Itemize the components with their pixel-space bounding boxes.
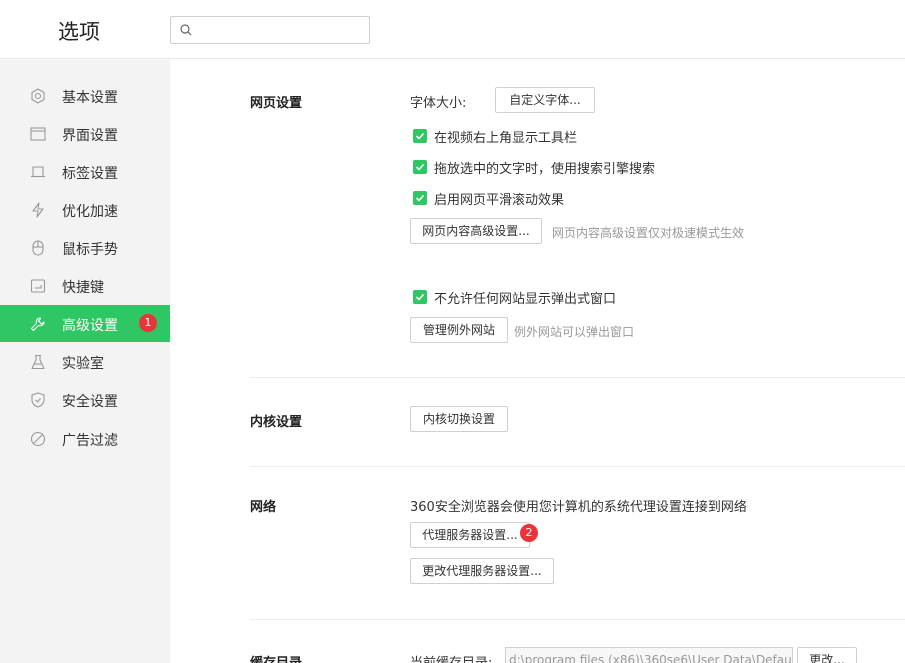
checkbox-label: 在视频右上角显示工具栏 — [434, 130, 578, 146]
shield-icon — [31, 392, 45, 408]
exceptions-hint: 例外网站可以弹出窗口 — [514, 325, 635, 339]
tab-icon — [31, 166, 45, 178]
divider — [250, 377, 905, 378]
sidebar-item-optimize[interactable]: 优化加速 — [0, 191, 170, 228]
sidebar: 基本设置 界面设置 标签设置 优化加速 鼠标手势 快捷键 高级设置 1 实验室 … — [0, 60, 170, 663]
sidebar-item-label: 优化加速 — [62, 204, 118, 220]
sidebar-item-shortcuts[interactable]: 快捷键 — [0, 267, 170, 304]
sidebar-item-advanced[interactable]: 高级设置 1 — [0, 305, 170, 342]
sidebar-item-label: 界面设置 — [62, 128, 118, 144]
sidebar-item-security[interactable]: 安全设置 — [0, 381, 170, 418]
sidebar-item-label: 标签设置 — [62, 166, 118, 182]
sidebar-item-mouse-gesture[interactable]: 鼠标手势 — [0, 229, 170, 266]
cache-path-field[interactable]: d:\program files (x86)\360se6\User Data\… — [505, 647, 793, 663]
search-icon — [180, 24, 192, 36]
option-video-toolbar[interactable]: 在视频右上角显示工具栏 — [413, 127, 578, 146]
search-input[interactable] — [199, 19, 364, 41]
proxy-settings-button[interactable]: 代理服务器设置... — [410, 522, 530, 548]
sidebar-item-lab[interactable]: 实验室 — [0, 343, 170, 380]
advanced-content-settings-button[interactable]: 网页内容高级设置... — [410, 218, 542, 244]
checkbox-label: 拖放选中的文字时，使用搜索引擎搜索 — [434, 161, 656, 177]
sidebar-item-label: 基本设置 — [62, 90, 118, 106]
page-title: 选项 — [58, 20, 100, 44]
option-block-popups[interactable]: 不允许任何网站显示弹出式窗口 — [413, 288, 617, 307]
sidebar-item-label: 广告过滤 — [62, 433, 118, 449]
manage-exceptions-button[interactable]: 管理例外网站 — [410, 317, 508, 343]
sidebar-item-label: 安全设置 — [62, 394, 118, 410]
header: 选项 — [0, 0, 905, 59]
gear-icon — [31, 88, 45, 104]
sidebar-item-tabs[interactable]: 标签设置 — [0, 153, 170, 190]
option-drag-search[interactable]: 拖放选中的文字时，使用搜索引擎搜索 — [413, 158, 656, 177]
sidebar-item-label: 快捷键 — [62, 280, 104, 296]
section-title-cache: 缓存目录 — [250, 652, 302, 663]
notification-badge: 2 — [520, 524, 538, 542]
flask-icon — [31, 354, 45, 370]
lightning-icon — [32, 202, 44, 218]
mouse-icon — [32, 240, 44, 256]
kernel-switch-button[interactable]: 内核切换设置 — [410, 406, 508, 432]
cache-dir-label: 当前缓存目录: — [410, 652, 492, 663]
checkbox[interactable] — [413, 290, 427, 304]
checkbox[interactable] — [413, 191, 427, 205]
checkbox[interactable] — [413, 129, 427, 143]
sidebar-item-basic[interactable]: 基本设置 — [0, 77, 170, 114]
checkbox-label: 启用网页平滑滚动效果 — [434, 192, 565, 208]
block-icon — [30, 431, 46, 447]
divider — [250, 619, 905, 620]
custom-font-button[interactable]: 自定义字体... — [495, 87, 595, 113]
sidebar-item-interface[interactable]: 界面设置 — [0, 115, 170, 152]
settings-content: 网页设置 字体大小: 自定义字体... 在视频右上角显示工具栏 拖放选中的文字时… — [170, 60, 905, 663]
search-box[interactable] — [170, 16, 370, 44]
sidebar-item-label: 实验室 — [62, 356, 104, 372]
checkbox[interactable] — [413, 160, 427, 174]
change-cache-dir-button[interactable]: 更改... — [797, 647, 857, 663]
sidebar-item-label: 鼠标手势 — [62, 242, 118, 258]
change-proxy-button[interactable]: 更改代理服务器设置... — [410, 558, 554, 584]
notification-badge: 1 — [139, 314, 157, 332]
divider — [250, 466, 905, 467]
section-title-network: 网络 — [250, 500, 277, 515]
section-title-kernel: 内核设置 — [250, 415, 303, 430]
wrench-icon — [30, 317, 45, 332]
keyboard-icon — [30, 279, 46, 293]
option-smooth-scroll[interactable]: 启用网页平滑滚动效果 — [413, 189, 565, 208]
advanced-content-hint: 网页内容高级设置仅对极速模式生效 — [552, 226, 745, 240]
window-icon — [30, 127, 46, 141]
sidebar-item-label: 高级设置 — [62, 318, 118, 334]
font-size-label: 字体大小: — [410, 96, 467, 111]
sidebar-item-ad-filter[interactable]: 广告过滤 — [0, 420, 170, 457]
section-title-webpage: 网页设置 — [250, 96, 303, 111]
checkbox-label: 不允许任何网站显示弹出式窗口 — [434, 291, 617, 307]
network-description: 360安全浏览器会使用您计算机的系统代理设置连接到网络 — [410, 500, 747, 515]
